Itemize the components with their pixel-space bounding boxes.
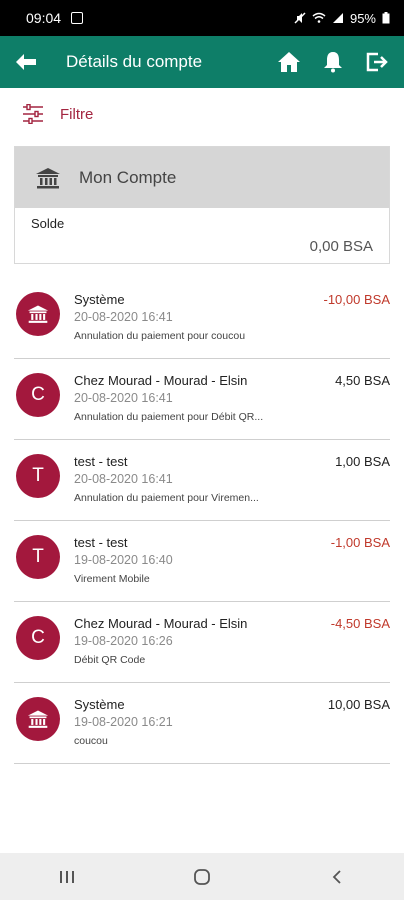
transaction-amount: 1,00 BSA (335, 454, 390, 469)
avatar: C (16, 373, 60, 417)
chevron-left-icon (332, 869, 341, 884)
system-back-button[interactable] (307, 857, 367, 897)
transaction-name: test - test (74, 454, 128, 469)
avatar (16, 697, 60, 741)
transaction-amount: 10,00 BSA (327, 697, 390, 712)
transaction-row[interactable]: T test - test 20-08-2020 16:41 Annulatio… (14, 440, 390, 521)
transaction-date: 20-08-2020 16:41 (74, 310, 173, 324)
avatar: T (16, 535, 60, 579)
status-time: 09:04 (26, 10, 62, 26)
bell-icon (324, 52, 342, 73)
status-bar: 09:04 95% (0, 0, 404, 36)
filter-button[interactable]: Filtre (22, 104, 93, 124)
balance-label: Solde (31, 216, 65, 231)
transaction-row[interactable]: Système 19-08-2020 16:21 coucou 10,00 BS… (14, 683, 390, 764)
transaction-name: Chez Mourad - Mourad - Elsin (74, 616, 248, 631)
transaction-date: 20-08-2020 16:41 (74, 472, 173, 486)
transaction-description: Annulation du paiement pour Débit QR... (74, 411, 264, 423)
mute-icon (294, 12, 306, 24)
transaction-list: Système 20-08-2020 16:41 Annulation du p… (14, 278, 390, 764)
transaction-date: 19-08-2020 16:21 (74, 715, 173, 729)
avatar: C (16, 616, 60, 660)
transaction-description: Annulation du paiement pour Viremen... (74, 492, 259, 504)
system-nav-bar (0, 853, 404, 900)
home-icon (278, 52, 300, 72)
transaction-date: 19-08-2020 16:40 (74, 553, 173, 567)
transaction-amount: -4,50 BSA (330, 616, 390, 631)
transaction-description: coucou (74, 735, 108, 747)
logout-icon (366, 52, 388, 72)
sliders-icon (23, 104, 43, 124)
transaction-date: 20-08-2020 16:41 (74, 391, 173, 405)
transaction-name: Système (74, 697, 125, 712)
balance-value: 0,00 BSA (309, 238, 373, 255)
transaction-amount: 4,50 BSA (335, 373, 390, 388)
transaction-date: 19-08-2020 16:26 (74, 634, 173, 648)
transaction-row[interactable]: C Chez Mourad - Mourad - Elsin 19-08-202… (14, 602, 390, 683)
transaction-name: test - test (74, 535, 128, 550)
battery-icon (382, 12, 390, 24)
transaction-row[interactable]: T test - test 19-08-2020 16:40 Virement … (14, 521, 390, 602)
transaction-row[interactable]: C Chez Mourad - Mourad - Elsin 20-08-202… (14, 359, 390, 440)
account-name: Mon Compte (79, 167, 177, 187)
home-system-button[interactable] (172, 857, 232, 897)
back-button[interactable] (0, 36, 52, 88)
account-header: Mon Compte (15, 147, 389, 208)
transaction-description: Annulation du paiement pour coucou (74, 330, 246, 342)
transaction-amount: -10,00 BSA (323, 292, 391, 307)
bank-icon (27, 710, 49, 728)
transaction-description: Virement Mobile (74, 573, 150, 585)
bank-icon (36, 167, 60, 188)
arrow-left-icon (16, 54, 36, 70)
avatar (16, 292, 60, 336)
signal-icon (332, 13, 343, 23)
avatar: T (16, 454, 60, 498)
circle-icon (194, 868, 210, 885)
notifications-button[interactable] (316, 45, 350, 79)
recents-icon (60, 870, 75, 883)
transaction-name: Système (74, 292, 125, 307)
recents-button[interactable] (37, 857, 97, 897)
home-button[interactable] (272, 45, 306, 79)
bank-icon (27, 305, 49, 323)
filter-label: Filtre (60, 105, 94, 123)
battery-percent: 95% (349, 10, 376, 26)
wifi-icon (312, 12, 326, 23)
app-bar: Détails du compte (0, 36, 404, 88)
account-card[interactable]: Mon Compte Solde 0,00 BSA (14, 146, 390, 264)
transaction-description: Débit QR Code (74, 654, 146, 666)
notification-icon (71, 12, 84, 24)
transaction-row[interactable]: Système 20-08-2020 16:41 Annulation du p… (14, 278, 390, 359)
transaction-amount: -1,00 BSA (330, 535, 390, 550)
logout-button[interactable] (360, 45, 394, 79)
page-title: Détails du compte (66, 52, 203, 71)
transaction-name: Chez Mourad - Mourad - Elsin (74, 373, 248, 388)
